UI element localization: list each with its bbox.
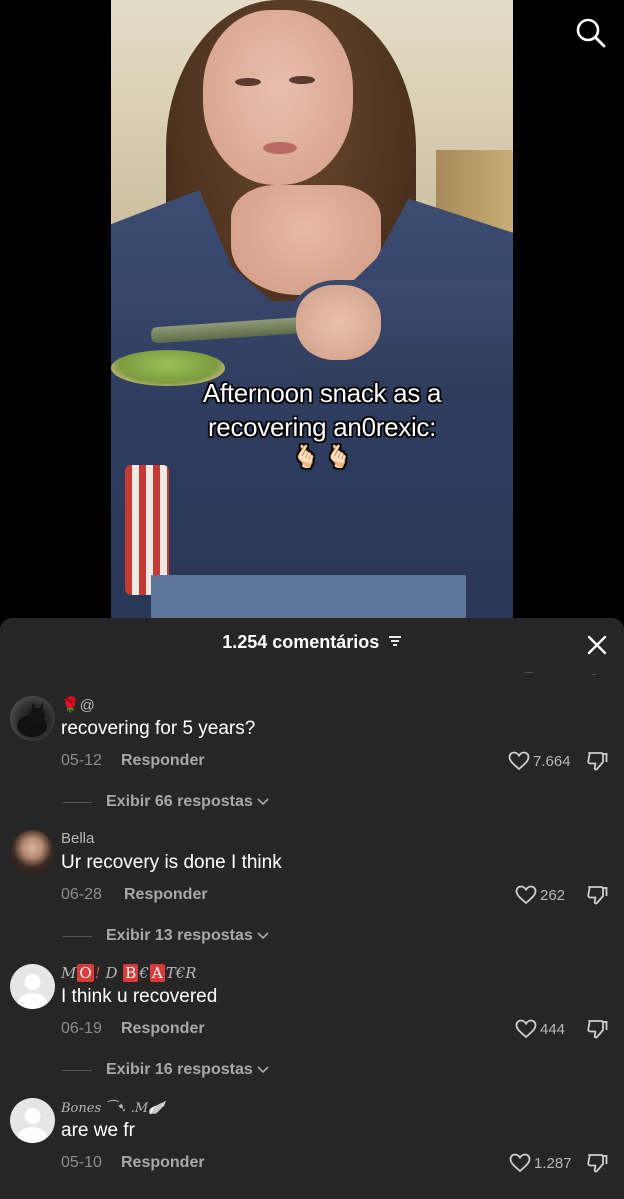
replies-divider bbox=[62, 935, 92, 937]
comment-text: are we fr bbox=[61, 1120, 135, 1141]
comment-date: 06-19 bbox=[61, 1020, 102, 1037]
video-person-face bbox=[203, 10, 353, 185]
username-part: A bbox=[149, 964, 165, 982]
username-part: O bbox=[77, 964, 94, 982]
dislike-button[interactable] bbox=[586, 884, 608, 906]
like-button[interactable]: 262 bbox=[515, 884, 565, 906]
thumbs-down-icon bbox=[587, 1020, 608, 1039]
view-replies-label: Exibir 66 respostas bbox=[106, 793, 253, 810]
caption-emoji: 🫰🏻 🫰🏻 bbox=[292, 444, 352, 469]
video-player[interactable]: Afternoon snack as a recovering an0rexic… bbox=[111, 0, 513, 618]
username-part: ! bbox=[94, 964, 101, 982]
username-part: T€R bbox=[165, 964, 197, 982]
comment-text: I think u recovered bbox=[61, 986, 218, 1007]
like-count: 444 bbox=[540, 1020, 566, 1038]
comment-text: Ur recovery is done I think bbox=[61, 852, 282, 873]
heart-icon bbox=[508, 751, 530, 771]
avatar[interactable] bbox=[10, 1098, 55, 1143]
username-part: D bbox=[105, 964, 118, 982]
reply-button[interactable]: Responder bbox=[121, 1154, 205, 1172]
view-replies-label: Exibir 13 respostas bbox=[106, 927, 253, 944]
search-icon bbox=[576, 18, 606, 48]
heart-icon bbox=[515, 885, 537, 905]
avatar[interactable] bbox=[10, 964, 55, 1009]
dislike-button[interactable] bbox=[586, 1152, 608, 1174]
video-person-jeans bbox=[151, 575, 466, 618]
heart-icon bbox=[509, 1153, 531, 1173]
close-button[interactable] bbox=[584, 632, 610, 658]
username-part: M bbox=[61, 964, 77, 982]
comment-count: 1.254 comentários bbox=[222, 632, 380, 652]
thumbs-down-icon bbox=[587, 752, 608, 771]
view-replies-button[interactable]: Exibir 13 respostas bbox=[62, 925, 269, 947]
dislike-button[interactable] bbox=[586, 750, 608, 772]
avatar[interactable] bbox=[10, 830, 55, 875]
comment-text: recovering for 5 years? bbox=[61, 718, 256, 739]
video-person-hand bbox=[296, 285, 381, 360]
comment-date: 06-28 bbox=[61, 886, 102, 903]
chevron-down-icon bbox=[257, 798, 269, 806]
username-part: ⁀➷ .M🪽 bbox=[105, 1101, 165, 1116]
like-button[interactable]: 1.287 bbox=[509, 1152, 572, 1174]
sort-icon[interactable] bbox=[388, 634, 402, 652]
comments-panel: 1.254 comentários 🌹@ recovering for 5 ye… bbox=[0, 618, 624, 1199]
video-person-eye bbox=[235, 78, 261, 86]
like-count: 1.287 bbox=[534, 1154, 572, 1172]
thumbs-down-icon bbox=[587, 1154, 608, 1173]
heart-icon bbox=[515, 1019, 537, 1039]
caption-line: recovering an0rexic: bbox=[207, 412, 437, 442]
comment-username[interactable]: M O! D B € A T€R bbox=[61, 964, 197, 982]
caption-line: Afternoon snack as a bbox=[202, 378, 442, 408]
comments-header: 1.254 comentários bbox=[0, 632, 624, 658]
video-caption: Afternoon snack as a recovering an0rexic… bbox=[111, 376, 513, 472]
close-icon bbox=[587, 635, 607, 655]
video-person-lips bbox=[263, 142, 297, 154]
dislike-button[interactable] bbox=[586, 1018, 608, 1040]
comment-username[interactable]: 🌹@ bbox=[61, 696, 95, 714]
thumbs-down-icon bbox=[587, 886, 608, 905]
comment-date: 05-12 bbox=[61, 752, 102, 769]
username-part: € bbox=[139, 964, 149, 982]
like-count: 262 bbox=[540, 886, 566, 904]
search-button[interactable] bbox=[574, 16, 608, 50]
reply-button[interactable]: Responder bbox=[121, 1020, 205, 1038]
like-count: 7.664 bbox=[533, 752, 571, 770]
reply-button[interactable]: Responder bbox=[124, 886, 208, 904]
reply-button[interactable]: Responder bbox=[121, 752, 205, 770]
avatar[interactable] bbox=[10, 696, 55, 741]
comment-username[interactable]: Bella bbox=[61, 830, 94, 847]
replies-divider bbox=[62, 1069, 92, 1071]
comment-username[interactable]: Bones ⁀➷ .M🪽 bbox=[61, 1101, 164, 1116]
divider bbox=[0, 670, 624, 676]
view-replies-button[interactable]: Exibir 16 respostas bbox=[62, 1059, 269, 1081]
replies-divider bbox=[62, 801, 92, 803]
chevron-down-icon bbox=[257, 932, 269, 940]
chevron-down-icon bbox=[257, 1066, 269, 1074]
like-button[interactable]: 444 bbox=[515, 1018, 565, 1040]
username-part: Bones bbox=[61, 1101, 102, 1116]
like-button[interactable]: 7.664 bbox=[508, 750, 571, 772]
comment-date: 05-10 bbox=[61, 1154, 102, 1171]
view-replies-button[interactable]: Exibir 66 respostas bbox=[62, 791, 269, 813]
video-person-eye bbox=[289, 76, 315, 84]
view-replies-label: Exibir 16 respostas bbox=[106, 1061, 253, 1078]
username-part: B bbox=[123, 964, 139, 982]
